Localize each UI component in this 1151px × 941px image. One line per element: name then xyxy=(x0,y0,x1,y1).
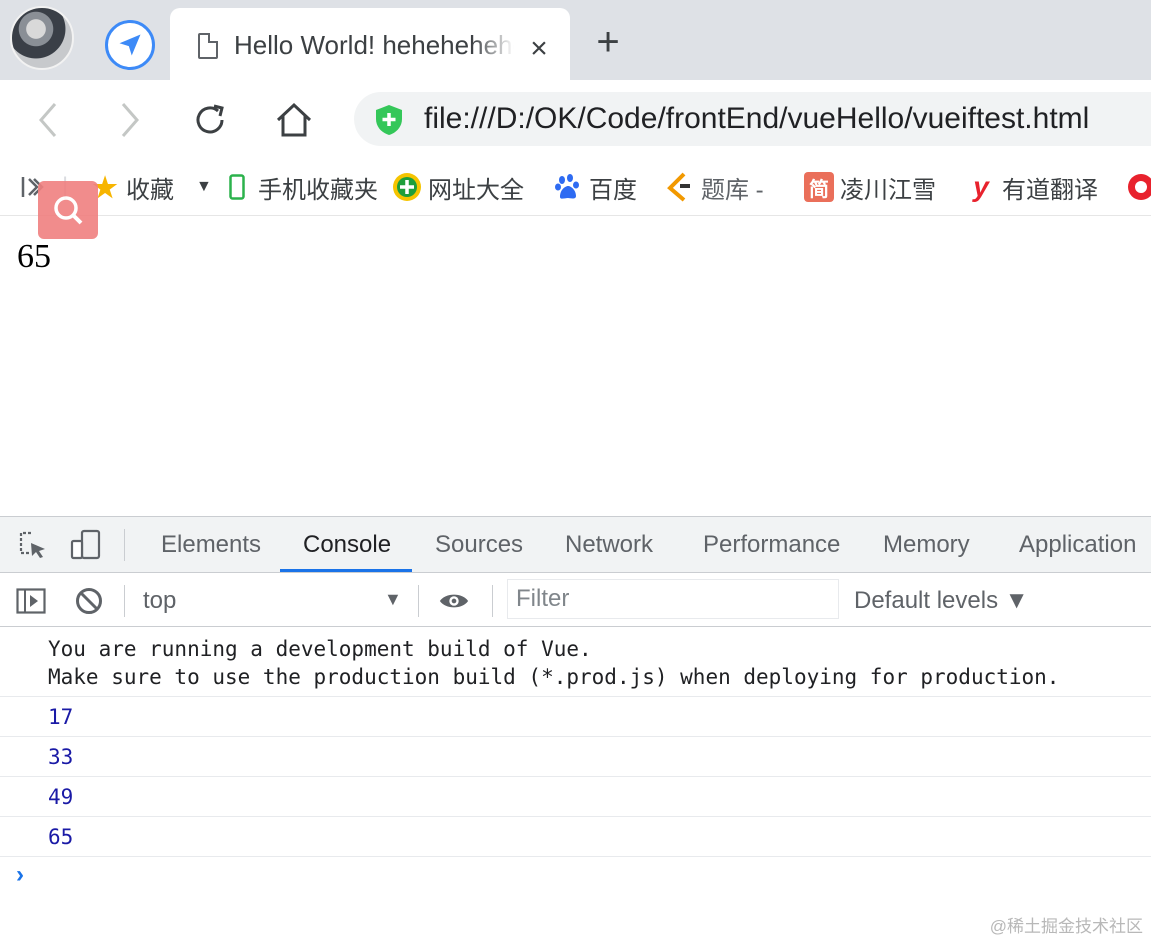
log-levels-dropdown[interactable]: Default levels ▼ xyxy=(854,587,1029,615)
console-text-line: Make sure to use the production build (*… xyxy=(48,665,1060,689)
tab-sources[interactable]: Sources xyxy=(435,531,523,559)
console-prompt-icon[interactable]: › xyxy=(16,861,24,889)
bookmark-mobile[interactable]: 手机收藏夹 xyxy=(222,168,378,206)
tab-strip: Hello World! hehehehehe × + xyxy=(0,0,1151,80)
active-tab-indicator xyxy=(280,569,412,572)
favorites-dropdown-icon[interactable]: ▼ xyxy=(196,168,212,206)
page-output-value: 65 xyxy=(17,238,51,275)
console-message-vue-warning: You are running a development build of V… xyxy=(0,627,1151,697)
bookmarks-bar: | ★ 收藏 ▼ 手机收藏夹 网址大全 百度 题库 - 简 凌川江雪 y 有道翻… xyxy=(0,158,1151,216)
console-messages: You are running a development build of V… xyxy=(0,627,1151,857)
console-log-number: 49 xyxy=(0,777,1151,817)
bookmark-jianshu[interactable]: 简 凌川江雪 xyxy=(804,168,936,206)
close-tab-icon[interactable]: × xyxy=(524,34,554,64)
address-bar[interactable]: file:///D:/OK/Code/frontEnd/vueHello/vue… xyxy=(354,92,1151,146)
console-text-line: You are running a development build of V… xyxy=(48,637,592,661)
show-sidebar-icon[interactable] xyxy=(15,585,47,617)
filter-input[interactable] xyxy=(507,579,839,619)
forward-icon[interactable] xyxy=(108,98,152,142)
bookmark-favorites[interactable]: ★ 收藏 xyxy=(90,168,174,206)
bookmark-label: 手机收藏夹 xyxy=(258,176,378,204)
tab-application[interactable]: Application xyxy=(1019,531,1136,559)
baidu-paw-icon xyxy=(553,172,583,202)
console-log-number: 33 xyxy=(0,737,1151,777)
toolbar-divider xyxy=(124,529,125,561)
bookmark-overflow-icon[interactable] xyxy=(1126,168,1151,206)
url-text[interactable]: file:///D:/OK/Code/frontEnd/vueHello/vue… xyxy=(424,102,1089,136)
tab-elements[interactable]: Elements xyxy=(161,531,261,559)
phone-icon xyxy=(222,172,252,202)
bookmark-label: 题库 - xyxy=(701,176,764,204)
toolbar-divider xyxy=(492,585,493,617)
document-icon xyxy=(198,33,218,59)
plus-circle-icon xyxy=(392,172,422,202)
browser-toolbar: file:///D:/OK/Code/frontEnd/vueHello/vue… xyxy=(0,80,1151,158)
youdao-y-icon: y xyxy=(973,171,989,202)
console-log-number: 65 xyxy=(0,817,1151,857)
bookmark-youdao[interactable]: y 有道翻译 xyxy=(966,168,1098,206)
chevron-down-icon[interactable]: ▼ xyxy=(384,589,402,610)
toolbar-divider xyxy=(124,585,125,617)
navigation-arrow-icon[interactable] xyxy=(105,20,155,70)
console-toolbar: top ▼ Default levels ▼ xyxy=(0,573,1151,627)
tab-network[interactable]: Network xyxy=(565,531,653,559)
devtools-tabbar: Elements Console Sources Network Perform… xyxy=(0,517,1151,573)
device-toolbar-icon[interactable] xyxy=(70,529,102,561)
bookmark-label: 网址大全 xyxy=(428,176,524,204)
watermark: @稀土掘金技术社区 xyxy=(989,917,1143,936)
clear-console-icon[interactable] xyxy=(73,585,105,617)
browser-tab[interactable]: Hello World! hehehehehe × xyxy=(170,8,570,80)
tiku-icon xyxy=(665,172,695,202)
tab-performance[interactable]: Performance xyxy=(703,531,840,559)
toolbar-divider xyxy=(418,585,419,617)
bookmark-label: 收藏 xyxy=(126,176,174,204)
profile-avatar[interactable] xyxy=(10,6,74,70)
back-icon[interactable] xyxy=(26,98,70,142)
eye-icon[interactable] xyxy=(438,585,470,617)
bookmark-label: 百度 xyxy=(589,176,637,204)
home-icon[interactable] xyxy=(272,98,316,142)
console-log-number: 17 xyxy=(0,697,1151,737)
bookmark-tiku[interactable]: 题库 - xyxy=(665,168,764,206)
tab-console[interactable]: Console xyxy=(303,531,391,559)
bookmark-baidu[interactable]: 百度 xyxy=(553,168,637,206)
devtools-panel: Elements Console Sources Network Perform… xyxy=(0,516,1151,941)
bookmark-sites[interactable]: 网址大全 xyxy=(392,168,524,206)
bookmark-label: 有道翻译 xyxy=(1002,176,1098,204)
floating-search-icon[interactable] xyxy=(38,181,98,239)
context-selector[interactable]: top xyxy=(143,587,176,615)
tab-title: Hello World! hehehehehe xyxy=(234,30,514,60)
reload-icon[interactable] xyxy=(188,98,232,142)
new-tab-button[interactable]: + xyxy=(588,22,628,62)
bookmark-label: 凌川江雪 xyxy=(840,176,936,204)
jian-icon: 简 xyxy=(804,172,834,202)
inspect-element-icon[interactable] xyxy=(17,529,49,561)
tab-memory[interactable]: Memory xyxy=(883,531,970,559)
secure-shield-icon xyxy=(374,104,404,141)
